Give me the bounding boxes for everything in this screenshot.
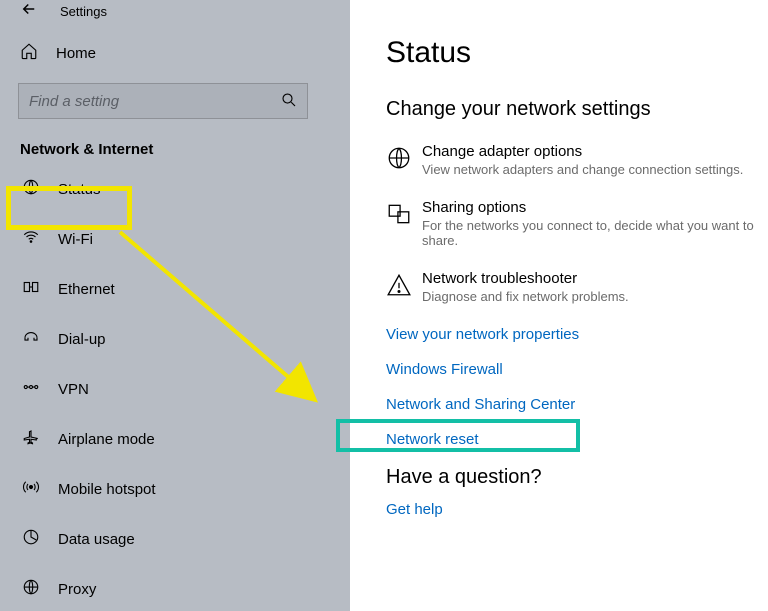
- ethernet-icon: [20, 278, 42, 301]
- link-get-help[interactable]: Get help: [386, 501, 768, 518]
- dialup-icon: [20, 328, 42, 351]
- link-network-sharing-center[interactable]: Network and Sharing Center: [386, 396, 768, 413]
- status-icon: [20, 178, 42, 201]
- option-title: Change adapter options: [422, 143, 758, 160]
- nav-label: Data usage: [58, 531, 135, 548]
- nav-label: Mobile hotspot: [58, 481, 156, 498]
- home-label: Home: [56, 45, 96, 62]
- option-troubleshooter[interactable]: Network troubleshooter Diagnose and fix …: [386, 270, 768, 304]
- sharing-icon: [386, 199, 422, 248]
- data-usage-icon: [20, 528, 42, 551]
- troubleshoot-icon: [386, 270, 422, 304]
- nav-label: Proxy: [58, 581, 96, 598]
- nav-label: Ethernet: [58, 281, 115, 298]
- nav-label: VPN: [58, 381, 89, 398]
- sidebar-item-hotspot[interactable]: Mobile hotspot: [18, 464, 332, 514]
- option-title: Sharing options: [422, 199, 758, 216]
- sidebar-item-vpn[interactable]: VPN: [18, 364, 332, 414]
- page-title: Status: [386, 36, 768, 70]
- home-icon: [18, 42, 40, 65]
- search-box[interactable]: [18, 83, 308, 119]
- hotspot-icon: [20, 478, 42, 501]
- vpn-icon: [20, 378, 42, 401]
- option-desc: Diagnose and fix network problems.: [422, 289, 758, 304]
- window-title: Settings: [60, 4, 107, 19]
- airplane-icon: [20, 428, 42, 451]
- settings-sidebar: Settings Home Network & Internet: [0, 0, 350, 611]
- option-adapter[interactable]: Change adapter options View network adap…: [386, 143, 768, 177]
- question-heading: Have a question?: [386, 466, 768, 489]
- option-title: Network troubleshooter: [422, 270, 758, 287]
- back-arrow-icon[interactable]: [20, 0, 50, 23]
- link-windows-firewall[interactable]: Windows Firewall: [386, 361, 768, 378]
- nav-label: Wi-Fi: [58, 231, 93, 248]
- title-bar: Settings: [0, 0, 350, 23]
- main-content: Status Change your network settings Chan…: [350, 0, 768, 611]
- sidebar-item-home[interactable]: Home: [18, 33, 332, 73]
- option-sharing[interactable]: Sharing options For the networks you con…: [386, 199, 768, 248]
- link-network-reset[interactable]: Network reset: [386, 431, 768, 448]
- sidebar-section-header: Network & Internet: [18, 141, 332, 158]
- sidebar-item-airplane[interactable]: Airplane mode: [18, 414, 332, 464]
- option-desc: For the networks you connect to, decide …: [422, 218, 758, 248]
- sidebar-item-proxy[interactable]: Proxy: [18, 564, 332, 611]
- nav-label: Status: [58, 181, 101, 198]
- link-view-properties[interactable]: View your network properties: [386, 326, 768, 343]
- section-heading: Change your network settings: [386, 98, 768, 121]
- wifi-icon: [20, 228, 42, 251]
- sidebar-item-status[interactable]: Status: [18, 164, 332, 214]
- search-input[interactable]: [18, 83, 308, 119]
- search-icon: [280, 91, 298, 114]
- sidebar-item-wifi[interactable]: Wi-Fi: [18, 214, 332, 264]
- adapter-icon: [386, 143, 422, 177]
- nav-label: Dial-up: [58, 331, 106, 348]
- proxy-icon: [20, 578, 42, 601]
- sidebar-item-datausage[interactable]: Data usage: [18, 514, 332, 564]
- option-desc: View network adapters and change connect…: [422, 162, 758, 177]
- sidebar-item-dialup[interactable]: Dial-up: [18, 314, 332, 364]
- nav-label: Airplane mode: [58, 431, 155, 448]
- sidebar-item-ethernet[interactable]: Ethernet: [18, 264, 332, 314]
